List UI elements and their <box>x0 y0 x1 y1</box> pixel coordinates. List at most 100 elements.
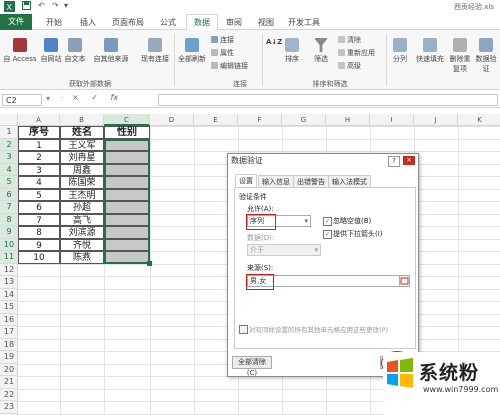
column-header-c[interactable]: C <box>104 114 150 126</box>
from-other-sources-button[interactable]: 自其他来源 <box>88 38 134 64</box>
index-cell[interactable]: 7 <box>18 213 60 226</box>
header-cell[interactable]: 序号 <box>18 126 60 139</box>
ignore-blank-checkbox[interactable]: ✓ <box>323 217 332 226</box>
column-header-b[interactable]: B <box>60 114 104 126</box>
reapply-button[interactable]: 重新应用 <box>338 48 375 58</box>
tab-view[interactable]: 视图 <box>258 17 274 28</box>
header-cell[interactable]: 姓名 <box>60 126 104 139</box>
from-access-button[interactable]: 自 Access <box>3 38 37 64</box>
help-button[interactable]: ? <box>388 156 400 167</box>
index-cell[interactable]: 6 <box>18 201 60 214</box>
index-cell[interactable]: 5 <box>18 188 60 201</box>
sort-az-button[interactable]: A↓Z <box>266 38 282 46</box>
row-header-1[interactable]: 1 <box>0 126 18 139</box>
row-header-18[interactable]: 18 <box>0 339 18 351</box>
sort-button[interactable]: 排序 <box>282 38 302 64</box>
column-header-j[interactable]: J <box>414 114 458 126</box>
name-box-dropdown-icon[interactable]: ▾ <box>46 94 50 103</box>
column-header-a[interactable]: A <box>18 114 60 126</box>
row-header-7[interactable]: 7 <box>0 201 18 214</box>
tab-ime-mode[interactable]: 输入法模式 <box>328 175 371 187</box>
row-header-2[interactable]: 2 <box>0 138 18 151</box>
name-cell[interactable]: 王义军 <box>60 138 104 151</box>
insert-function-icon[interactable]: fx <box>111 93 119 102</box>
data-validation-button[interactable]: 数据验证 <box>473 38 499 74</box>
tab-file[interactable]: 文件 <box>0 14 32 30</box>
connections-button[interactable]: 连接 <box>211 35 234 45</box>
index-cell[interactable]: 9 <box>18 238 60 251</box>
row-header-8[interactable]: 8 <box>0 213 18 226</box>
cancel-entry-icon[interactable]: × <box>72 93 79 102</box>
row-header-9[interactable]: 9 <box>0 226 18 239</box>
index-cell[interactable]: 2 <box>18 151 60 164</box>
clear-all-button[interactable]: 全部清除(C) <box>232 356 272 377</box>
range-picker-icon[interactable] <box>399 275 410 287</box>
row-header-21[interactable]: 21 <box>0 376 18 389</box>
tab-settings[interactable]: 设置 <box>235 174 257 188</box>
row-header-4[interactable]: 4 <box>0 163 18 176</box>
redo-icon[interactable]: ↷ <box>52 1 59 10</box>
from-text-button[interactable]: 自文本 <box>64 38 86 64</box>
column-header-e[interactable]: E <box>194 114 238 126</box>
existing-connections-button[interactable]: 现有连接 <box>138 38 172 64</box>
name-cell[interactable]: 周鑫 <box>60 163 104 176</box>
header-cell[interactable]: 性别 <box>104 126 150 139</box>
properties-button[interactable]: 属性 <box>211 48 234 58</box>
row-header-17[interactable]: 17 <box>0 326 18 339</box>
column-header-d[interactable]: D <box>150 114 194 126</box>
name-box[interactable]: C2 <box>2 94 42 106</box>
advanced-button[interactable]: 高级 <box>338 61 361 71</box>
row-header-6[interactable]: 6 <box>0 188 18 201</box>
from-web-button[interactable]: 自网站 <box>40 38 62 64</box>
index-cell[interactable]: 1 <box>18 138 60 151</box>
row-header-23[interactable]: 23 <box>0 401 18 414</box>
tab-error-alert[interactable]: 出错警告 <box>293 175 329 187</box>
row-header-14[interactable]: 14 <box>0 289 18 301</box>
name-cell[interactable]: 王杰明 <box>60 188 104 201</box>
clear-button[interactable]: 清除 <box>338 35 361 45</box>
undo-icon[interactable]: ↶ <box>38 1 45 10</box>
formula-input[interactable] <box>158 94 498 106</box>
customize-qat-icon[interactable]: ▾ <box>64 1 68 10</box>
name-cell[interactable]: 高飞 <box>60 213 104 226</box>
row-header-13[interactable]: 13 <box>0 276 18 289</box>
name-cell[interactable]: 陈燕 <box>60 251 104 264</box>
name-cell[interactable]: 陈国荣 <box>60 176 104 189</box>
name-cell[interactable]: 刘滨源 <box>60 226 104 239</box>
edit-links-button[interactable]: 编辑链接 <box>211 61 248 71</box>
tab-developer[interactable]: 开发工具 <box>288 17 320 28</box>
index-cell[interactable]: 4 <box>18 176 60 189</box>
apply-all-checkbox[interactable] <box>239 325 248 334</box>
data-select[interactable]: 介于 ▾ <box>247 244 321 256</box>
column-header-i[interactable]: I <box>370 114 414 126</box>
row-header-12[interactable]: 12 <box>0 264 18 276</box>
index-cell[interactable]: 8 <box>18 226 60 239</box>
save-icon[interactable] <box>22 1 31 12</box>
fill-handle[interactable] <box>147 260 152 266</box>
flash-fill-button[interactable]: 快速填充 <box>413 38 447 64</box>
filter-button[interactable]: 筛选 <box>310 38 332 64</box>
remove-duplicates-button[interactable]: 删除重复项 <box>449 38 471 74</box>
row-header-16[interactable]: 16 <box>0 314 18 326</box>
name-cell[interactable]: 齐悦 <box>60 238 104 251</box>
row-header-19[interactable]: 19 <box>0 351 18 364</box>
confirm-entry-icon[interactable]: ✓ <box>91 93 98 102</box>
refresh-all-button[interactable]: 全部刷新 <box>176 38 208 64</box>
tab-home[interactable]: 开始 <box>46 17 62 28</box>
close-button[interactable]: × <box>403 156 415 165</box>
tab-insert[interactable]: 插入 <box>80 17 96 28</box>
row-header-3[interactable]: 3 <box>0 151 18 164</box>
row-header-22[interactable]: 22 <box>0 389 18 401</box>
column-header-g[interactable]: G <box>282 114 326 126</box>
tab-page-layout[interactable]: 页面布局 <box>112 17 144 28</box>
select-all-corner[interactable] <box>0 114 18 126</box>
index-cell[interactable]: 3 <box>18 163 60 176</box>
column-header-h[interactable]: H <box>326 114 370 126</box>
tab-review[interactable]: 审阅 <box>226 17 242 28</box>
column-header-f[interactable]: F <box>238 114 282 126</box>
row-header-11[interactable]: 11 <box>0 251 18 264</box>
row-header-15[interactable]: 15 <box>0 301 18 314</box>
tab-input-message[interactable]: 输入信息 <box>258 175 294 187</box>
index-cell[interactable]: 10 <box>18 251 60 264</box>
row-header-20[interactable]: 20 <box>0 364 18 376</box>
